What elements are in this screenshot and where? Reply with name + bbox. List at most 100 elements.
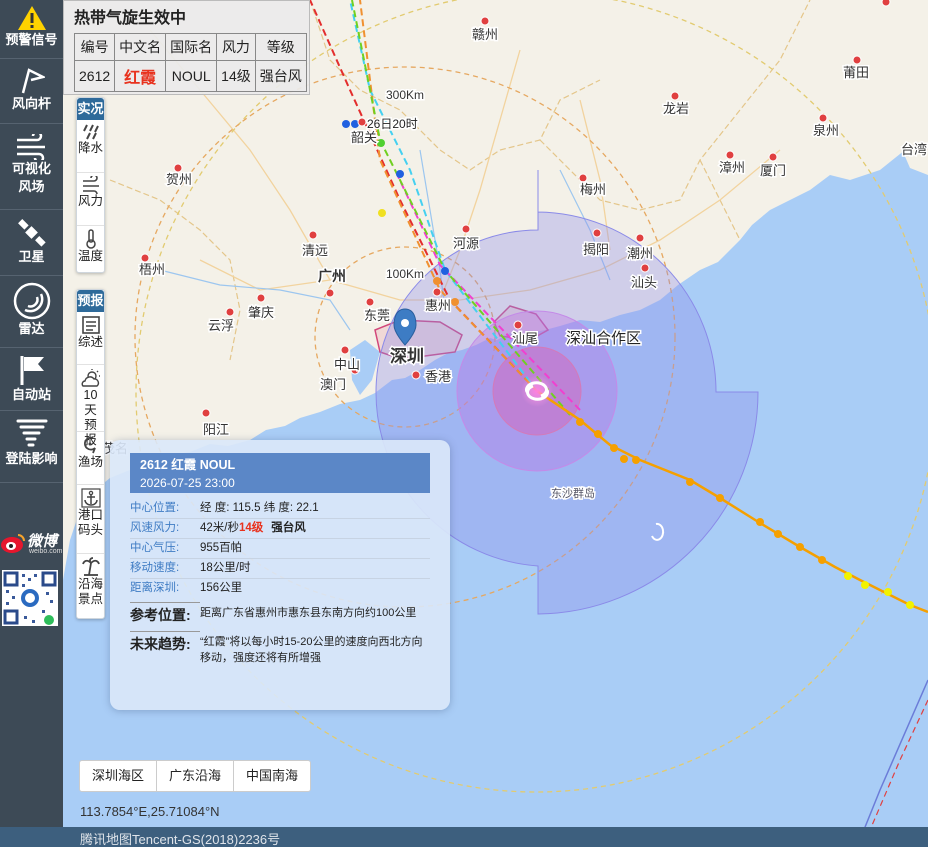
forecast-panel: 预报 综述 10天预报 渔场 港口码头 沿海景点 — [76, 289, 105, 619]
sidebar-item-landfall[interactable]: 登陆影响 — [0, 411, 63, 483]
tab-south-china-sea[interactable]: 中国南海 — [234, 761, 310, 791]
sidebar-item-label: 风向杆 — [11, 96, 51, 111]
svg-text:泉州: 泉州 — [813, 123, 839, 138]
popup-value: “红霞”将以每小时15-20公里的速度向西北方向移动，强度还将有所增强 — [200, 636, 423, 664]
live-item-wind[interactable]: 风力 — [77, 176, 104, 226]
area-label-shenshan: 深汕合作区 — [566, 330, 641, 347]
radar-icon — [13, 282, 50, 320]
wind-level: 14级 — [239, 522, 264, 534]
tornado-icon — [16, 419, 47, 447]
tab-shenzhen-sea[interactable]: 深圳海区 — [80, 761, 158, 791]
typhoon-chinese-name: 红霞 — [114, 60, 167, 92]
svg-text:汕尾: 汕尾 — [512, 331, 538, 346]
typhoon-table: 编号 中文名 国际名 风力 等级 2612 红霞 NOUL 14级 强台风 — [73, 33, 307, 92]
popup-value: 18公里/时 — [200, 562, 251, 574]
live-item-rain[interactable]: 降水 — [77, 123, 104, 173]
popup-key: 中心气压: — [130, 542, 180, 554]
svg-text:汕头: 汕头 — [631, 275, 657, 290]
rain-icon — [82, 124, 99, 140]
popup-row-distance: 距离深圳: 156公里 — [130, 579, 430, 598]
svg-text:深圳: 深圳 — [390, 346, 424, 366]
map-copyright: 腾讯地图Tencent-GS(2018)2236号 — [80, 832, 281, 847]
svg-text:东沙群岛: 东沙群岛 — [551, 486, 595, 500]
sea-area-tabs: 深圳海区 广东沿海 中国南海 — [79, 760, 312, 792]
svg-text:中山: 中山 — [334, 357, 360, 372]
forecast-item-10day[interactable]: 10天预报 — [77, 368, 104, 447]
svg-text:梧州: 梧州 — [139, 262, 165, 277]
col-header: 编号 — [73, 33, 116, 61]
wind-speed: 42米/秒 — [200, 522, 239, 534]
svg-text:台湾: 台湾 — [901, 142, 927, 157]
live-item-label: 降水 — [77, 141, 103, 155]
popup-datetime: 2026-07-25 23:00 — [140, 476, 235, 490]
svg-text:韶关: 韶关 — [351, 130, 377, 145]
popup-key: 风速风力: — [130, 522, 180, 534]
popup-title: 2612 红霞 NOUL — [140, 458, 236, 472]
live-item-label: 温度 — [77, 249, 103, 263]
ring-label-300km: 300Km — [386, 88, 424, 102]
svg-text:厦门: 厦门 — [760, 163, 786, 178]
table-header-row: 编号 中文名 国际名 风力 等级 — [73, 33, 307, 61]
weibo-link[interactable]: 微博 weibo.com — [0, 528, 63, 558]
popup-value: 经 度: 115.5 纬 度: 22.1 — [200, 502, 319, 514]
typhoon-info-table: 热带气旋生效中 编号 中文名 国际名 风力 等级 2612 红霞 NOUL 14… — [63, 0, 310, 95]
sidebar-item-wind-field[interactable]: 可视化风场 — [0, 124, 63, 210]
forecast-item-label: 综述 — [77, 335, 103, 349]
typhoon-number: 2612 — [73, 60, 116, 92]
svg-text:龙岩: 龙岩 — [663, 101, 689, 116]
svg-text:东莞: 东莞 — [364, 308, 390, 323]
forecast-item-port[interactable]: 港口码头 — [77, 488, 104, 554]
qr-code — [2, 570, 58, 626]
popup-row-pressure: 中心气压: 955百帕 — [130, 539, 430, 559]
sidebar-item-warning[interactable]: 预警信号 — [0, 0, 63, 59]
wind-icon — [82, 176, 99, 194]
popup-key: 中心位置: — [130, 502, 180, 514]
app-root: 赣州 韶关 贺州 梧州 清远 广州 河源 梅州 揭阳 潮州 汕头 漳州 厦门 泉… — [0, 0, 928, 847]
popup-row-speed: 移动速度: 18公里/时 — [130, 559, 430, 579]
svg-text:河源: 河源 — [453, 236, 479, 251]
sidebar-item-auto-station[interactable]: 自动站 — [0, 348, 63, 411]
cursor-coordinates: 113.7854°E,25.71084°N — [80, 804, 220, 819]
sidebar-item-label: 雷达 — [18, 321, 45, 336]
popup-value: 42米/秒14级 强台风 — [200, 520, 430, 537]
qr-code-image — [3, 571, 57, 625]
svg-text:莆田: 莆田 — [843, 65, 869, 80]
typhoon-wind: 14级 — [216, 60, 256, 92]
sidebar-item-radar[interactable]: 雷达 — [0, 276, 63, 348]
palm-tree-icon — [81, 557, 100, 576]
flag-icon — [20, 356, 44, 385]
popup-row-wind: 风速风力: 42米/秒14级 强台风 — [130, 519, 430, 539]
wind-grade: 强台风 — [271, 522, 306, 534]
popup-value: 156公里 — [200, 582, 243, 594]
table-row[interactable]: 2612 红霞 NOUL 14级 强台风 — [73, 60, 307, 92]
popup-key: 未来趋势: — [130, 631, 200, 666]
document-icon — [81, 316, 100, 334]
tab-guangdong-coast[interactable]: 广东沿海 — [157, 761, 235, 791]
svg-text:阳江: 阳江 — [203, 422, 229, 437]
forecast-item-scenic[interactable]: 沿海景点 — [77, 557, 104, 623]
svg-text:云浮: 云浮 — [208, 318, 234, 333]
sidebar-item-label: 自动站 — [11, 387, 51, 402]
svg-text:肇庆: 肇庆 — [248, 305, 274, 320]
popup-key: 移动速度: — [130, 562, 180, 574]
popup-row-reference: 参考位置: 距离广东省惠州市惠东县东南方向约100公里 — [130, 602, 430, 627]
sidebar-item-satellite[interactable]: 卫星 — [0, 210, 63, 276]
forecast-item-label: 港口码头 — [77, 508, 103, 537]
thermometer-icon — [85, 229, 96, 249]
live-panel: 实况 降水 风力 温度 — [76, 97, 105, 273]
live-item-temperature[interactable]: 温度 — [77, 229, 104, 279]
col-header: 国际名 — [165, 33, 218, 61]
typhoon-map[interactable]: 赣州 韶关 贺州 梧州 清远 广州 河源 梅州 揭阳 潮州 汕头 漳州 厦门 泉… — [0, 0, 928, 847]
svg-text:揭阳: 揭阳 — [583, 242, 609, 257]
weibo-url: weibo.com — [29, 548, 63, 555]
satellite-icon — [17, 219, 46, 247]
sidebar-item-label: 预警信号 — [5, 32, 58, 47]
popup-value: 955百帕 — [200, 542, 243, 554]
popup-header: 2612 红霞 NOUL 2026-07-25 23:00 — [130, 453, 430, 493]
svg-text:贺州: 贺州 — [166, 172, 192, 187]
sidebar-item-label: 卫星 — [18, 249, 45, 264]
sidebar-item-wind-vane[interactable]: 风向杆 — [0, 59, 63, 124]
svg-text:梅州: 梅州 — [580, 182, 606, 197]
svg-text:澳门: 澳门 — [320, 377, 346, 392]
forecast-item-summary[interactable]: 综述 — [77, 315, 104, 365]
